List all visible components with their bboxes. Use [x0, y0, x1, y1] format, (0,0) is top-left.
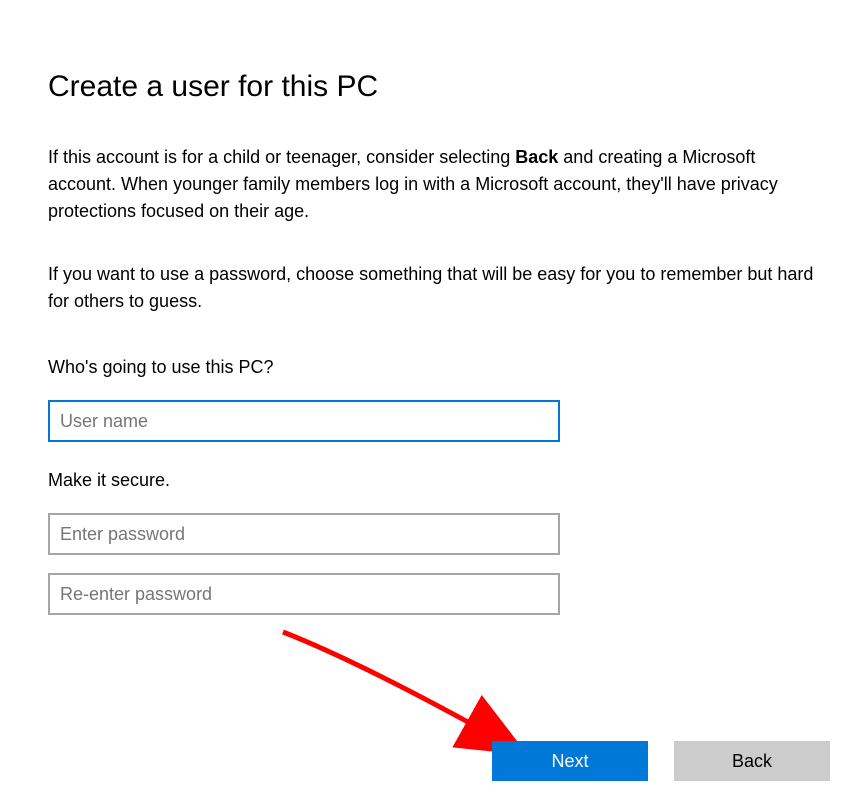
button-row: Next Back [492, 741, 830, 781]
password-confirm-input[interactable] [48, 573, 560, 615]
back-button[interactable]: Back [674, 741, 830, 781]
description-text: If this account is for a child or teenag… [48, 144, 816, 225]
description-pre: If this account is for a child or teenag… [48, 147, 515, 167]
page-title: Create a user for this PC [48, 70, 816, 104]
who-label: Who's going to use this PC? [48, 357, 816, 378]
next-button[interactable]: Next [492, 741, 648, 781]
secure-label: Make it secure. [48, 470, 816, 491]
password-input[interactable] [48, 513, 560, 555]
username-input[interactable] [48, 400, 560, 442]
description-text-2: If you want to use a password, choose so… [48, 261, 816, 315]
description-bold: Back [515, 147, 558, 167]
